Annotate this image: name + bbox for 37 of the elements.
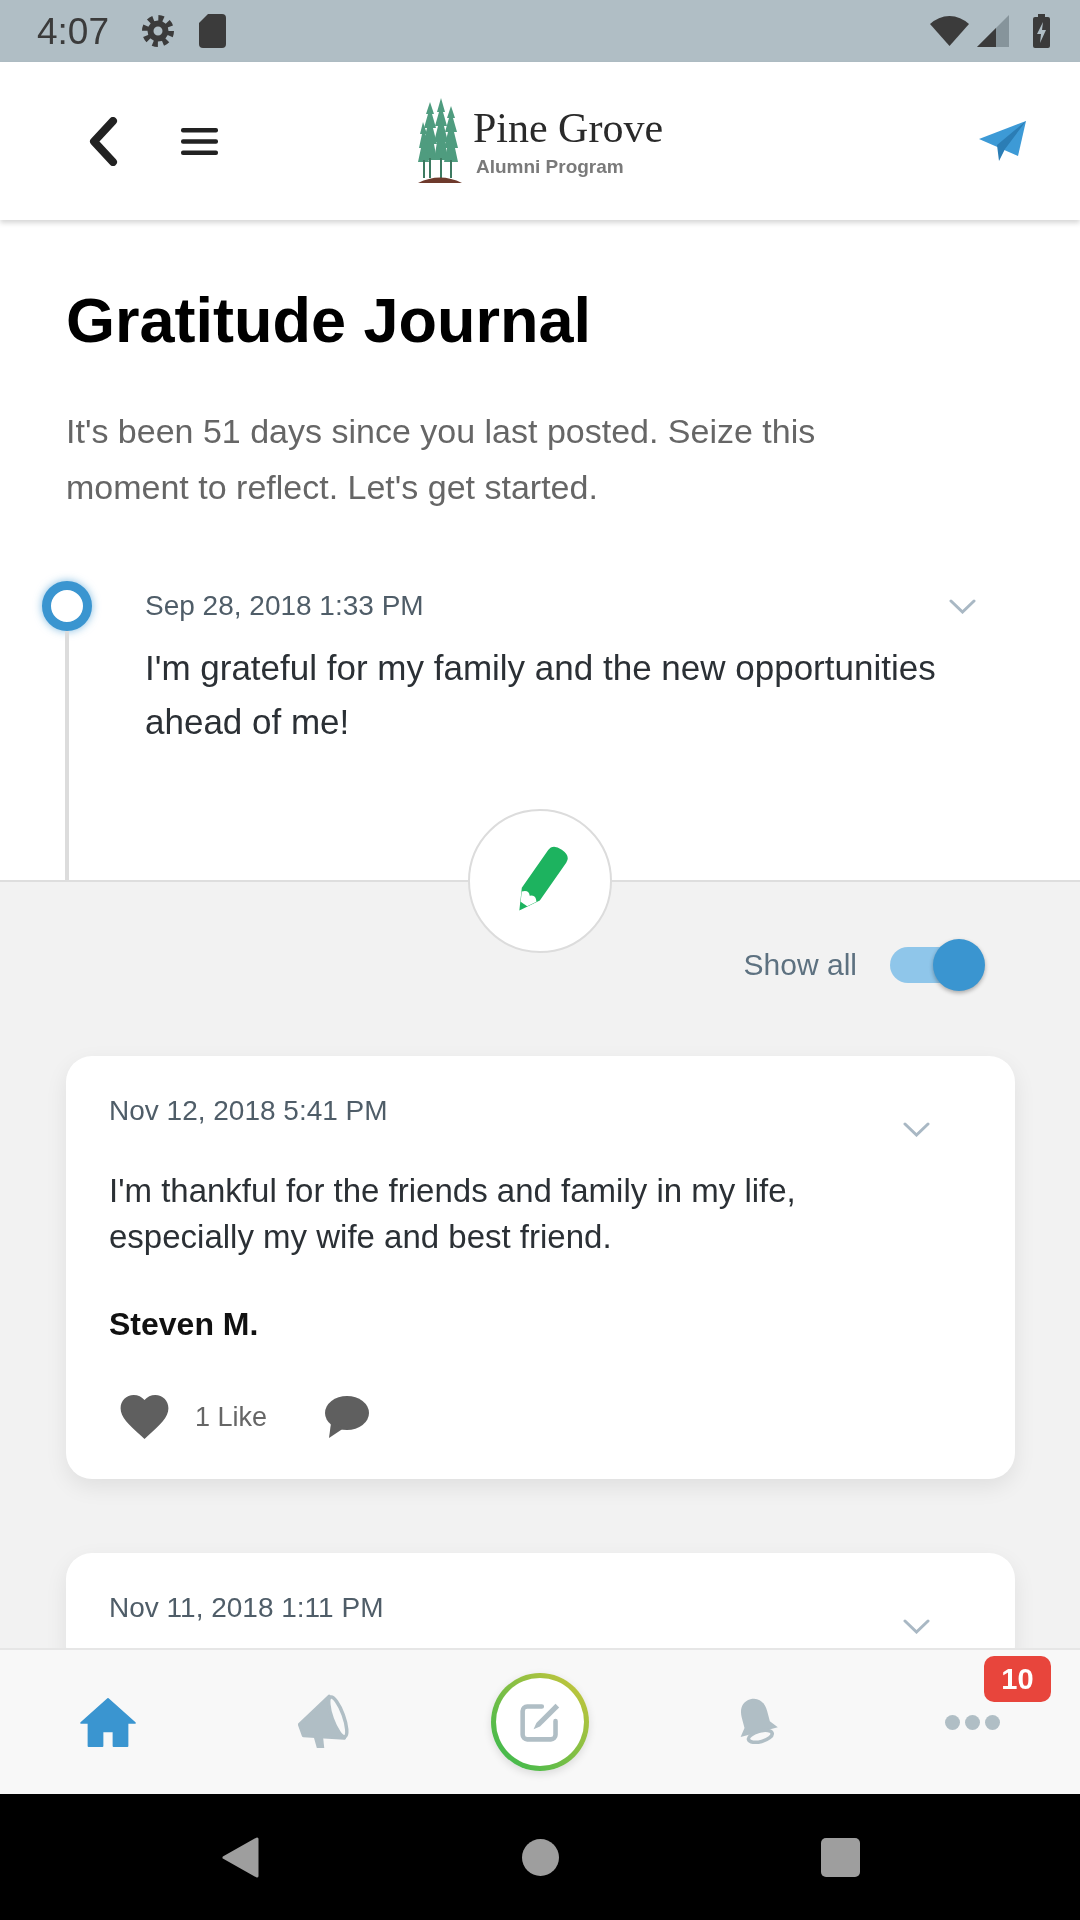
signal-icon — [977, 15, 1009, 47]
logo-title: Pine Grove — [472, 106, 664, 149]
notification-badge: 10 — [984, 1656, 1051, 1702]
pine-trees-logo-icon — [416, 98, 463, 184]
sd-card-icon — [199, 14, 226, 48]
page-title: Gratitude Journal — [66, 284, 593, 357]
back-triangle-icon[interactable] — [221, 1836, 259, 1878]
like-count: 1 Like — [195, 1400, 268, 1434]
timeline-dot-icon — [42, 581, 92, 631]
more-dots-icon[interactable] — [944, 1714, 1000, 1730]
wifi-icon — [930, 16, 969, 46]
intro-text: It's been 51 days since you last posted. Seize this moment to reflect. Let's get started. — [66, 411, 817, 508]
home-circle-icon[interactable] — [521, 1838, 559, 1876]
logo-subtitle: Alumni Program — [475, 156, 625, 176]
entry-date: Sep 28, 2018 1:33 PM — [145, 589, 424, 623]
show-all-toggle[interactable] — [890, 939, 985, 991]
megaphone-icon[interactable] — [297, 1694, 351, 1750]
recents-square-icon[interactable] — [820, 1837, 860, 1877]
entry-text: I'm thankful for the friends and family in my life, especially my wife and best friend. — [109, 1171, 797, 1257]
chevron-down-icon[interactable] — [949, 598, 976, 614]
compose-icon — [519, 1701, 561, 1743]
paper-plane-icon[interactable] — [978, 120, 1027, 162]
battery-icon — [1033, 14, 1050, 48]
author-name: Steven M. — [109, 1305, 260, 1344]
gear-icon — [141, 14, 175, 48]
show-all-label: Show all — [743, 947, 857, 983]
home-icon[interactable] — [79, 1697, 137, 1747]
menu-icon[interactable] — [181, 127, 218, 155]
entry-date: Nov 11, 2018 1:11 PM — [109, 1591, 384, 1625]
entry-date: Nov 12, 2018 5:41 PM — [109, 1094, 388, 1128]
chevron-down-icon[interactable] — [903, 1122, 930, 1137]
back-icon[interactable] — [87, 116, 119, 166]
status-time: 4:07 — [37, 12, 109, 50]
entry-text: I'm grateful for my family and the new opportunities ahead of me! — [145, 647, 937, 743]
chevron-down-icon[interactable] — [903, 1619, 930, 1634]
heart-icon[interactable] — [120, 1395, 169, 1439]
speech-bubble-icon[interactable] — [322, 1395, 371, 1439]
